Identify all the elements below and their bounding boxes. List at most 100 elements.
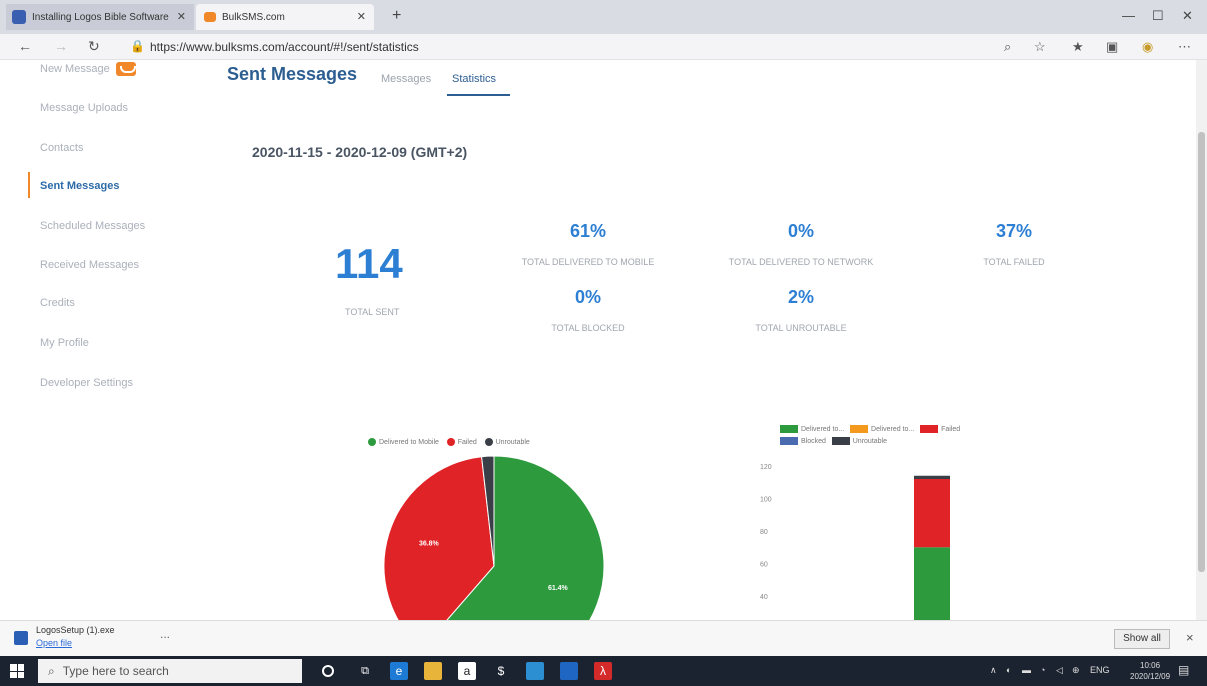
y-tick-label: 80 — [760, 529, 768, 536]
browser-tab-logos[interactable]: Installing Logos Bible Software ✕ — [6, 4, 194, 30]
y-tick-label: 40 — [760, 594, 768, 601]
more-menu-icon[interactable]: ⋯ — [1178, 39, 1191, 55]
sidebar-item-sent-messages[interactable]: Sent Messages — [40, 180, 119, 192]
open-file-link[interactable]: Open file — [36, 638, 72, 648]
lock-icon: 🔒 — [130, 39, 145, 53]
sidebar: New Message Message Uploads Contacts Sen… — [0, 60, 200, 620]
task-view-icon[interactable]: ⧉ — [356, 662, 374, 680]
sidebar-item-my-profile[interactable]: My Profile — [40, 337, 89, 349]
sidebar-item-label: New Message — [40, 62, 110, 75]
language-indicator[interactable]: ENG — [1090, 665, 1110, 675]
tray-chevron-icon[interactable]: ∧ — [990, 665, 997, 676]
page-title: Sent Messages — [227, 64, 358, 84]
sidebar-item-scheduled-messages[interactable]: Scheduled Messages — [40, 220, 145, 232]
browser-tab-bulksms[interactable]: BulkSMS.com ✕ — [196, 4, 374, 30]
browser-tab-bar: Installing Logos Bible Software ✕ BulkSM… — [0, 0, 1207, 34]
close-window-icon[interactable]: ✕ — [1182, 8, 1193, 24]
zoom-icon[interactable]: ⌕ — [1004, 39, 1011, 55]
bar-segment[interactable] — [914, 547, 950, 620]
windows-start-icon[interactable] — [10, 664, 24, 678]
pie-legend-label: Unroutable — [495, 438, 530, 446]
favorites-icon[interactable]: ★ — [1072, 39, 1084, 55]
taskbar: ⌕ Type here to search ⧉ e a $ λ ∧ ◐ ▬ ◔ … — [0, 656, 1207, 686]
new-tab-icon[interactable]: + — [392, 7, 401, 25]
refresh-icon[interactable]: ↻ — [88, 38, 100, 55]
scrollbar-thumb[interactable] — [1198, 132, 1205, 572]
amazon-icon[interactable]: a — [458, 662, 476, 680]
edge-icon[interactable]: e — [390, 662, 408, 680]
close-tab-icon[interactable]: ✕ — [177, 10, 186, 23]
acrobat-icon[interactable]: λ — [594, 662, 612, 680]
unroutable-label: TOTAL UNROUTABLE — [755, 323, 847, 333]
unroutable-value: 2% — [787, 287, 814, 307]
close-download-bar-icon[interactable]: × — [1186, 630, 1194, 645]
download-more-button[interactable]: ... — [160, 627, 170, 641]
dollar-app-icon[interactable]: $ — [492, 662, 510, 680]
back-icon[interactable]: ← — [18, 38, 32, 54]
tray-input-icon[interactable]: ⊕ — [1072, 665, 1080, 676]
pie-svg: 61.4% 36.8% — [383, 455, 605, 644]
y-tick-label: 100 — [760, 497, 772, 504]
file-explorer-icon[interactable] — [424, 662, 442, 680]
forward-icon[interactable]: → — [54, 38, 68, 54]
address-bar: ← → ↻ 🔒 https://www.bulksms.com/account/… — [0, 34, 1207, 60]
collections-icon[interactable]: ▣ — [1106, 39, 1118, 55]
pie-legend-item[interactable]: Failed — [446, 438, 477, 446]
taskbar-search-input[interactable]: ⌕ Type here to search — [38, 659, 302, 683]
mail-icon[interactable] — [560, 662, 578, 680]
minimize-icon[interactable]: — — [1122, 8, 1135, 23]
clock-time: 10:06 — [1140, 661, 1161, 670]
screen: Installing Logos Bible Software ✕ BulkSM… — [0, 0, 1207, 686]
pie-legend-label: Delivered to Mobile — [379, 438, 439, 446]
sidebar-item-new-message[interactable]: New Message — [40, 62, 136, 76]
tray-network-icon[interactable]: ◐ — [1006, 665, 1011, 675]
tray-wifi-icon[interactable]: ◔ — [1040, 665, 1045, 675]
tray-battery-icon[interactable]: ▬ — [1022, 665, 1031, 675]
pie-data-label: 36.8% — [419, 541, 440, 548]
sidebar-item-message-uploads[interactable]: Message Uploads — [40, 102, 128, 114]
y-tick-label: 120 — [760, 464, 772, 471]
show-all-button[interactable]: Show all — [1114, 629, 1170, 649]
pie-legend-dot — [446, 438, 455, 446]
app-icon[interactable] — [526, 662, 544, 680]
tab-statistics[interactable]: Statistics — [452, 73, 496, 85]
blocked-label: TOTAL BLOCKED — [551, 323, 625, 333]
failed-value: 37% — [995, 221, 1033, 241]
pie-legend-dot — [368, 438, 376, 446]
cortana-icon[interactable] — [322, 665, 334, 677]
taskbar-clock[interactable]: 10:06 2020/12/09 — [1130, 660, 1170, 682]
bar-segment[interactable] — [914, 479, 950, 548]
delivered-mobile-value: 61% — [569, 221, 607, 241]
pie-legend-item[interactable]: Unroutable — [484, 438, 530, 446]
url-input[interactable]: https://www.bulksms.com/account/#!/sent/… — [150, 40, 419, 54]
date-range-picker[interactable]: 2020-11-15 - 2020-12-09 (GMT+2) — [252, 144, 467, 160]
delivered-network-label: TOTAL DELIVERED TO NETWORK — [728, 257, 874, 267]
file-icon — [14, 631, 28, 645]
maximize-icon[interactable]: ☐ — [1152, 8, 1164, 24]
favorite-star-icon[interactable]: ☆ — [1034, 39, 1046, 55]
sidebar-item-contacts[interactable]: Contacts — [40, 142, 83, 154]
tab-messages[interactable]: Messages — [381, 73, 431, 85]
logos-favicon-icon — [12, 10, 26, 24]
page-scrollbar[interactable] — [1196, 60, 1207, 620]
pie-legend-item[interactable]: Delivered to Mobile — [368, 438, 439, 446]
y-tick-label: 60 — [760, 562, 768, 569]
total-sent-label: TOTAL SENT — [345, 307, 400, 317]
pie-legend-dot — [484, 438, 493, 446]
notifications-icon[interactable]: ▤ — [1178, 663, 1189, 677]
failed-label: TOTAL FAILED — [983, 257, 1045, 267]
profile-icon[interactable]: ◉ — [1142, 39, 1153, 55]
tab-title: Installing Logos Bible Software — [32, 11, 169, 23]
close-tab-icon[interactable]: ✕ — [357, 10, 366, 23]
message-icon — [115, 62, 136, 76]
bar-svg: 120 100 80 60 40 — [760, 464, 950, 620]
sidebar-item-developer-settings[interactable]: Developer Settings — [40, 377, 133, 389]
active-indicator — [28, 172, 30, 198]
bar-segment[interactable] — [914, 475, 950, 479]
download-file-name[interactable]: LogosSetup (1).exe — [36, 625, 115, 635]
tray-volume-icon[interactable]: ◁ — [1056, 665, 1063, 676]
sidebar-item-credits[interactable]: Credits — [40, 297, 75, 309]
download-bar: LogosSetup (1).exe Open file ... Show al… — [0, 620, 1207, 656]
search-icon: ⌕ — [48, 663, 55, 678]
sidebar-item-received-messages[interactable]: Received Messages — [40, 259, 139, 271]
